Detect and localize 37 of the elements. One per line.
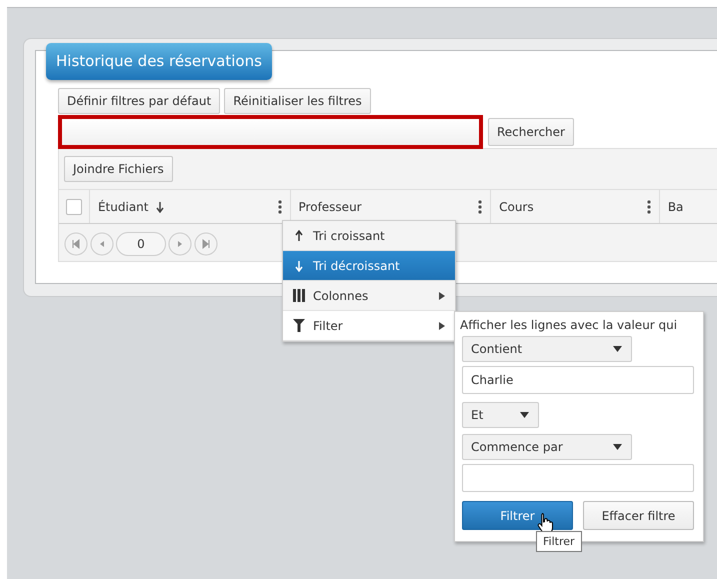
column-menu-icon[interactable] — [478, 200, 482, 214]
operator-dropdown[interactable]: Et — [462, 402, 539, 428]
arrow-up-icon — [295, 230, 303, 242]
filter-value-field[interactable]: Charlie — [462, 366, 694, 394]
first-page-icon[interactable] — [64, 232, 88, 256]
dropdown-caret-icon — [613, 346, 622, 352]
tooltip: Filtrer — [536, 531, 582, 552]
filter-button[interactable]: Définir filtres par défaut — [58, 88, 220, 114]
arrow-down-icon — [295, 260, 303, 272]
attach-files-button[interactable]: Joindre Fichiers — [64, 156, 173, 182]
previous-page-icon[interactable] — [90, 232, 114, 256]
next-page-icon[interactable] — [168, 232, 192, 256]
column-menu-icon[interactable] — [646, 200, 651, 214]
column-header[interactable]: Professeur — [298, 200, 362, 214]
filter-value-field[interactable] — [462, 464, 694, 492]
select-all-checkbox[interactable] — [66, 198, 82, 214]
condition-dropdown[interactable]: Contient — [462, 336, 632, 362]
condition-dropdown[interactable]: Commence par — [462, 434, 632, 460]
dropdown-caret-icon — [520, 412, 529, 418]
search-button[interactable]: Rechercher — [488, 118, 574, 146]
page-number-field[interactable]: 0 — [116, 232, 166, 256]
panel-title: Historique des réservations — [46, 43, 272, 80]
column-header[interactable]: Étudiant — [98, 200, 148, 214]
filter-icon — [293, 319, 305, 332]
last-page-icon[interactable] — [194, 232, 218, 256]
dropdown-caret-icon — [613, 444, 622, 450]
columns-icon — [293, 289, 305, 302]
clear-filter-button[interactable]: Effacer filtre — [583, 501, 694, 530]
search-field[interactable] — [58, 115, 483, 149]
menu-item[interactable]: Filter — [283, 311, 455, 341]
filter-button[interactable]: Réinitialiser les filtres — [224, 88, 371, 114]
apply-filter-button[interactable]: Filtrer — [462, 501, 573, 530]
column-header[interactable]: Ba — [668, 200, 684, 214]
column-header[interactable]: Cours — [499, 200, 534, 214]
column-menu-icon[interactable] — [278, 200, 282, 214]
menu-item[interactable]: Tri décroissant — [283, 251, 455, 281]
filter-prompt: Afficher les lignes avec la valeur qui — [460, 318, 678, 332]
